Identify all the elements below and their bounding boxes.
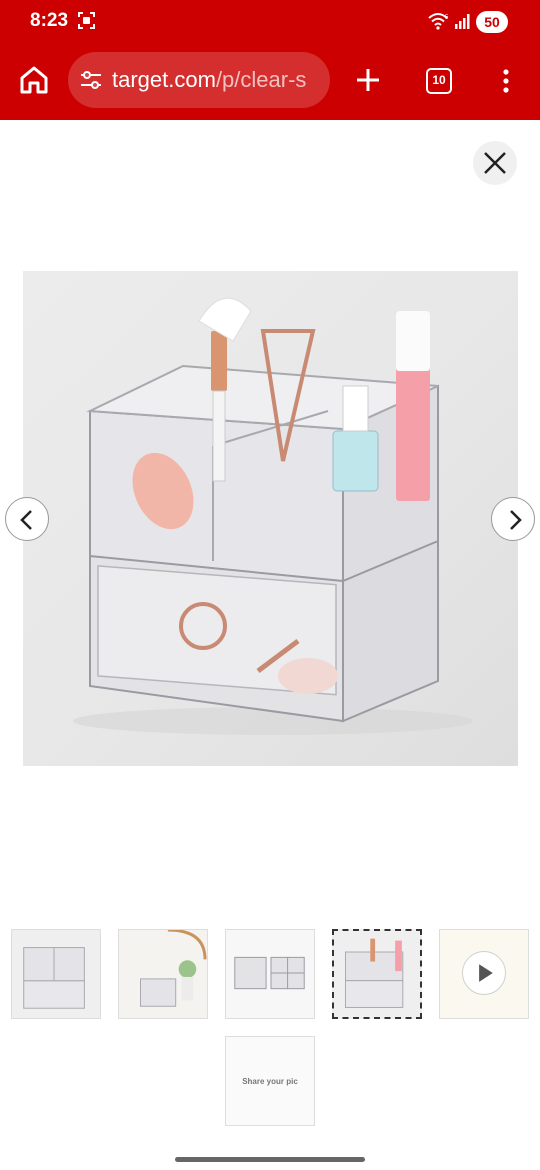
browser-toolbar: target.com/p/clear-s 10 — [0, 44, 540, 120]
play-icon — [462, 951, 506, 996]
thumbnail-5-video[interactable] — [439, 929, 529, 1019]
svg-text:5: 5 — [445, 15, 449, 21]
tune-icon[interactable] — [80, 70, 102, 90]
thumbnail-image — [23, 947, 85, 1009]
thumbnail-image — [234, 956, 305, 990]
organizer-illustration — [73, 297, 473, 735]
close-button[interactable] — [473, 141, 517, 185]
home-icon[interactable] — [16, 62, 52, 98]
more-vertical-icon[interactable] — [496, 66, 516, 96]
address-bar[interactable]: target.com/p/clear-s — [68, 52, 330, 108]
screenshot-icon — [78, 12, 95, 29]
thumbnail-4[interactable] — [332, 929, 422, 1019]
chevron-left-icon — [20, 510, 32, 530]
next-image-button[interactable] — [491, 497, 535, 541]
thumbnail-2[interactable] — [118, 929, 208, 1019]
tab-switcher-button[interactable]: 10 — [426, 68, 452, 94]
thumbnail-image — [140, 930, 207, 1007]
thumbnail-1[interactable] — [11, 929, 101, 1019]
wifi-icon: 5 — [428, 13, 449, 30]
product-image[interactable] — [23, 271, 518, 766]
url-path: /p/clear-s — [215, 67, 307, 92]
gesture-bar — [175, 1157, 365, 1162]
battery-indicator: 50 — [476, 11, 508, 33]
status-bar: 8:23 5 50 — [0, 0, 540, 44]
share-your-pic-tile[interactable]: Share your pic — [225, 1036, 315, 1126]
close-icon — [484, 152, 506, 174]
plus-icon[interactable] — [354, 66, 382, 94]
signal-icon — [455, 14, 470, 29]
url-domain: target.com — [112, 67, 216, 92]
thumbnail-3[interactable] — [225, 929, 315, 1019]
status-time: 8:23 — [30, 10, 69, 31]
thumbnail-image — [344, 938, 404, 1008]
previous-image-button[interactable] — [5, 497, 49, 541]
chevron-right-icon — [510, 510, 522, 530]
url-text[interactable]: target.com/p/clear-s — [112, 67, 306, 93]
